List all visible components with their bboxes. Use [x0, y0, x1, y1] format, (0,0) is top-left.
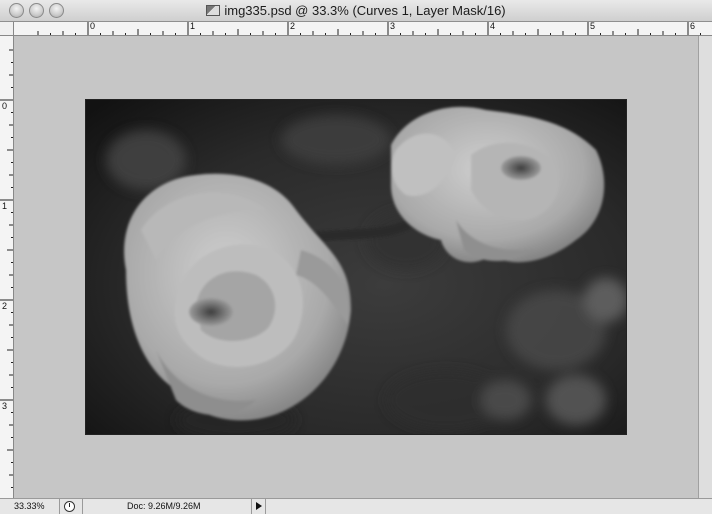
- horizontal-ruler[interactable]: 0 1 2 3 4 5 6: [14, 22, 712, 36]
- horizontal-ruler-ticks: [37, 22, 701, 35]
- ruler-label: 3: [390, 22, 396, 31]
- document-image[interactable]: [85, 99, 627, 435]
- ruler-label: 4: [490, 22, 496, 31]
- vertical-scrollbar[interactable]: [698, 36, 712, 498]
- document-proxy-icon[interactable]: [206, 5, 221, 16]
- ruler-label: 2: [290, 22, 296, 31]
- status-bar: 33.33% Doc: 9.26M/9.26M: [0, 498, 712, 514]
- zoom-level-field[interactable]: 33.33%: [0, 499, 60, 514]
- ruler-label: 6: [690, 22, 696, 31]
- window-titlebar: img335.psd @ 33.3% (Curves 1, Layer Mask…: [0, 0, 712, 22]
- ruler-label: 1: [190, 22, 196, 31]
- ruler-label: 3: [2, 401, 8, 411]
- document-canvas[interactable]: [14, 36, 698, 498]
- ruler-origin-corner[interactable]: [0, 22, 14, 36]
- ruler-label: 2: [2, 301, 8, 311]
- ruler-label: 1: [2, 201, 8, 211]
- ruler-label: 5: [590, 22, 596, 31]
- vertical-ruler[interactable]: 0 1 2 3: [0, 36, 14, 498]
- clock-icon[interactable]: [64, 501, 75, 512]
- status-menu-arrow-button[interactable]: [252, 499, 266, 514]
- document-size-info[interactable]: Doc: 9.26M/9.26M: [82, 499, 252, 514]
- ruler-label: 0: [90, 22, 96, 31]
- window-title: img335.psd @ 33.3% (Curves 1, Layer Mask…: [224, 3, 506, 18]
- ruler-label: 0: [2, 101, 8, 111]
- window-title-group: img335.psd @ 33.3% (Curves 1, Layer Mask…: [0, 3, 712, 19]
- rose-photo: [86, 100, 626, 434]
